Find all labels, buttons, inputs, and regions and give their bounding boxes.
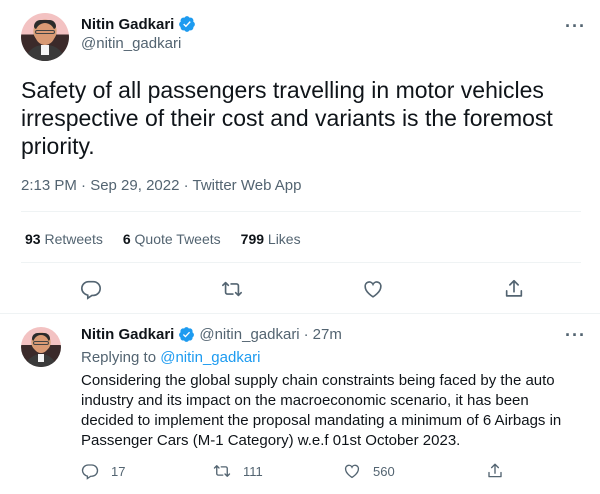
quotes-label: Quote Tweets (134, 231, 221, 247)
like-icon[interactable] (362, 278, 384, 300)
avatar-face (35, 23, 55, 45)
retweet-button[interactable]: 111 (213, 462, 263, 480)
avatar-collar (41, 45, 49, 55)
tweet-text: Safety of all passengers travelling in m… (21, 76, 581, 160)
like-button[interactable]: 560 (343, 462, 395, 480)
reply-button[interactable]: 17 (81, 462, 125, 480)
share-icon (488, 463, 502, 478)
reply-icon (81, 464, 99, 480)
reply-header: Nitin Gadkari @nitin_gadkari · 27m (81, 326, 342, 343)
divider (21, 262, 581, 263)
retweet-icon (213, 465, 231, 477)
reply-text-line: Passenger Cars (M-1 Category) w.e.f 01st… (81, 432, 461, 449)
avatar-collar (38, 354, 44, 362)
likes-stat[interactable]: 799 Likes (241, 231, 301, 247)
separator: · (303, 326, 309, 343)
more-options-icon[interactable]: ··· (565, 16, 586, 37)
verified-badge-icon (179, 327, 195, 342)
reply-text-line: Considering the global supply chain cons… (81, 372, 555, 389)
author-name[interactable]: Nitin Gadkari (81, 326, 174, 343)
retweet-icon[interactable] (221, 278, 243, 300)
tweet-stats: 93 Retweets 6 Quote Tweets 799 Likes (25, 231, 301, 247)
author-name[interactable]: Nitin Gadkari (81, 16, 174, 33)
retweets-stat[interactable]: 93 Retweets (25, 231, 103, 247)
retweets-label: Retweets (44, 231, 103, 247)
tweet-text-line: Safety of all passengers travelling in m… (21, 77, 544, 103)
likes-count: 799 (240, 231, 265, 247)
quotes-stat[interactable]: 6 Quote Tweets (123, 231, 221, 247)
reply-text-line: decided to implement the proposal mandat… (81, 412, 562, 429)
like-count: 560 (373, 463, 395, 479)
verified-badge-icon (179, 16, 196, 32)
reply-time[interactable]: 27m (313, 326, 342, 343)
retweets-count: 93 (25, 231, 41, 247)
like-icon (344, 464, 360, 479)
avatar-glasses (35, 30, 55, 34)
retweet-count: 111 (243, 463, 263, 479)
reply-icon[interactable] (80, 278, 102, 300)
author-name-row[interactable]: Nitin Gadkari (81, 15, 196, 33)
reply-text: Considering the global supply chain cons… (81, 371, 591, 451)
quotes-count: 6 (122, 231, 131, 247)
share-icon[interactable] (503, 278, 525, 300)
likes-label: Likes (267, 231, 301, 247)
share-button[interactable] (486, 462, 504, 480)
divider (21, 211, 581, 212)
avatar-glasses (33, 341, 49, 345)
avatar[interactable] (21, 327, 61, 367)
author-handle[interactable]: @nitin_gadkari (81, 35, 196, 52)
replying-to-prefix: Replying to (81, 349, 157, 366)
replying-to-handle[interactable]: @nitin_gadkari (160, 349, 260, 366)
tweet-text-line: irrespective of their cost and variants … (21, 105, 553, 131)
tweet-timestamp[interactable]: 2:13 PM · Sep 29, 2022 · Twitter Web App (21, 177, 301, 194)
replying-to: Replying to @nitin_gadkari (81, 349, 261, 366)
tweet-text-line: priority. (21, 133, 95, 159)
reply-text-line: industry and its impact on the macroecon… (81, 392, 529, 409)
more-options-icon[interactable]: ··· (565, 325, 586, 346)
author-block: Nitin Gadkari @nitin_gadkari (81, 15, 196, 52)
reply-count: 17 (111, 463, 126, 479)
divider (0, 313, 600, 314)
avatar[interactable] (21, 13, 69, 61)
author-handle[interactable]: @nitin_gadkari (199, 326, 299, 343)
